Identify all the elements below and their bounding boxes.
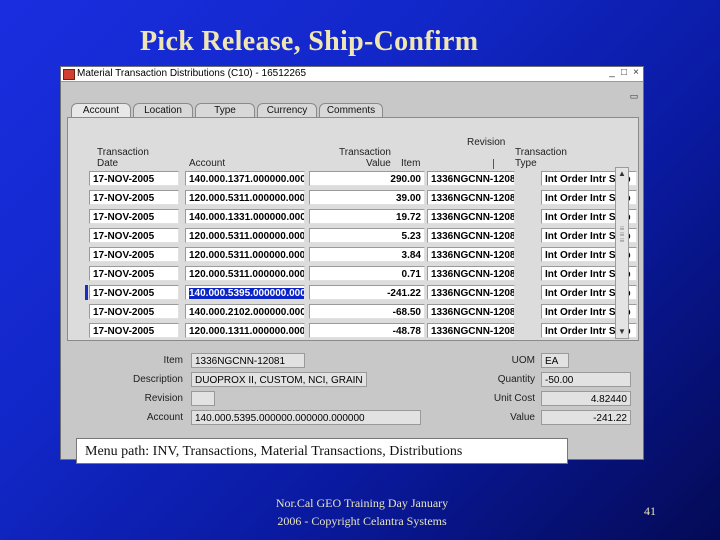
- cell-value[interactable]: 5.23: [309, 228, 425, 243]
- cell-item[interactable]: 1336NGCNN-1208: [427, 266, 515, 281]
- cell-account[interactable]: 120.000.5311.000000.000: [185, 247, 305, 262]
- tab-comments[interactable]: Comments: [319, 103, 383, 118]
- menu-path-caption: Menu path: INV, Transactions, Material T…: [76, 438, 568, 464]
- cell-value[interactable]: 3.84: [309, 247, 425, 262]
- quantity-field[interactable]: -50.00: [541, 372, 631, 387]
- cell-item[interactable]: 1336NGCNN-1208: [427, 285, 515, 300]
- cell-account[interactable]: 140.000.1371.000000.000: [185, 171, 305, 186]
- table-scrollbar[interactable]: ▲ ≡ ≡ ≡ ▼: [615, 167, 629, 339]
- scroll-down-icon[interactable]: ▼: [616, 326, 628, 338]
- cell-item[interactable]: 1336NGCNN-1208: [427, 171, 515, 186]
- cell-account[interactable]: 120.000.1311.000000.000: [185, 323, 305, 338]
- description-label: Description: [132, 374, 183, 385]
- cell-date[interactable]: 17-NOV-2005: [89, 285, 179, 300]
- window-titlebar[interactable]: Material Transaction Distributions (C10)…: [61, 67, 643, 82]
- cell-value[interactable]: 39.00: [309, 190, 425, 205]
- minimize-icon[interactable]: _: [607, 68, 617, 78]
- cell-value[interactable]: -68.50: [309, 304, 425, 319]
- account-label: Account: [146, 412, 183, 423]
- cell-item[interactable]: 1336NGCNN-1208: [427, 209, 515, 224]
- cell-value[interactable]: -48.78: [309, 323, 425, 338]
- cell-item[interactable]: 1336NGCNN-1208: [427, 190, 515, 205]
- cell-item[interactable]: 1336NGCNN-1208: [427, 228, 515, 243]
- col-header-date: Transaction Date: [97, 147, 149, 169]
- uom-label: UOM: [511, 355, 535, 366]
- cell-date[interactable]: 17-NOV-2005: [89, 304, 179, 319]
- revision-label: Revision: [144, 393, 183, 404]
- scroll-up-icon[interactable]: ▲: [616, 168, 628, 180]
- column-separator: [493, 159, 494, 169]
- col-header-value: Transaction Value: [339, 147, 391, 169]
- transaction-distributions-window: Material Transaction Distributions (C10)…: [60, 66, 644, 460]
- close-icon[interactable]: ×: [631, 68, 641, 78]
- tab-location[interactable]: Location: [133, 103, 193, 118]
- window-title: Material Transaction Distributions (C10)…: [77, 68, 306, 79]
- account-field[interactable]: 140.000.5395.000000.000000.000000: [191, 410, 421, 425]
- cell-date[interactable]: 17-NOV-2005: [89, 228, 179, 243]
- uom-field[interactable]: EA: [541, 353, 569, 368]
- col-header-revision: Revision: [467, 137, 506, 148]
- cell-date[interactable]: 17-NOV-2005: [89, 209, 179, 224]
- restore-icon[interactable]: ▭: [629, 91, 639, 101]
- tab-account[interactable]: Account: [71, 103, 131, 118]
- cell-account[interactable]: 140.000.1331.000000.000: [185, 209, 305, 224]
- cell-value[interactable]: 290.00: [309, 171, 425, 186]
- cell-item[interactable]: 1336NGCNN-1208: [427, 323, 515, 338]
- cell-date[interactable]: 17-NOV-2005: [89, 171, 179, 186]
- cell-value[interactable]: 0.71: [309, 266, 425, 281]
- cell-date[interactable]: 17-NOV-2005: [89, 190, 179, 205]
- cell-date[interactable]: 17-NOV-2005: [89, 266, 179, 281]
- cell-account[interactable]: 120.000.5311.000000.000: [185, 190, 305, 205]
- value-field[interactable]: -241.22: [541, 410, 631, 425]
- app-icon: [63, 69, 75, 80]
- cell-value[interactable]: -241.22: [309, 285, 425, 300]
- slide-footer: Nor.Cal GEO Training Day January 2006 - …: [275, 496, 449, 528]
- scroll-grip[interactable]: ≡ ≡ ≡: [617, 225, 627, 266]
- item-field[interactable]: 1336NGCNN-12081: [191, 353, 305, 368]
- cell-date[interactable]: 17-NOV-2005: [89, 247, 179, 262]
- cell-account[interactable]: 140.000.5395.000000.000: [185, 285, 305, 300]
- quantity-label: Quantity: [497, 374, 535, 385]
- page-number: 41: [644, 504, 656, 518]
- cell-account[interactable]: 140.000.2102.000000.000: [185, 304, 305, 319]
- value-label: Value: [510, 412, 535, 423]
- cell-value[interactable]: 19.72: [309, 209, 425, 224]
- slide-title: Pick Release, Ship-Confirm: [140, 26, 479, 57]
- col-header-account: Account: [189, 158, 226, 169]
- maximize-icon[interactable]: □: [619, 68, 629, 78]
- tab-currency[interactable]: Currency: [257, 103, 317, 118]
- cell-date[interactable]: 17-NOV-2005: [89, 323, 179, 338]
- current-row-indicator: [85, 285, 88, 300]
- item-label: Item: [163, 355, 183, 366]
- col-header-item: Item: [401, 158, 421, 169]
- description-field[interactable]: DUOPROX II, CUSTOM, NCI, GRAIN: [191, 372, 367, 387]
- cell-account[interactable]: 120.000.5311.000000.000: [185, 266, 305, 281]
- cell-account[interactable]: 120.000.5311.000000.000: [185, 228, 305, 243]
- unit-cost-label: Unit Cost: [493, 393, 535, 404]
- cell-item[interactable]: 1336NGCNN-1208: [427, 247, 515, 262]
- unit-cost-field[interactable]: 4.82440: [541, 391, 631, 406]
- col-header-type: Transaction Type: [515, 147, 567, 169]
- tab-type[interactable]: Type: [195, 103, 255, 118]
- revision-field[interactable]: [191, 391, 215, 406]
- cell-item[interactable]: 1336NGCNN-1208: [427, 304, 515, 319]
